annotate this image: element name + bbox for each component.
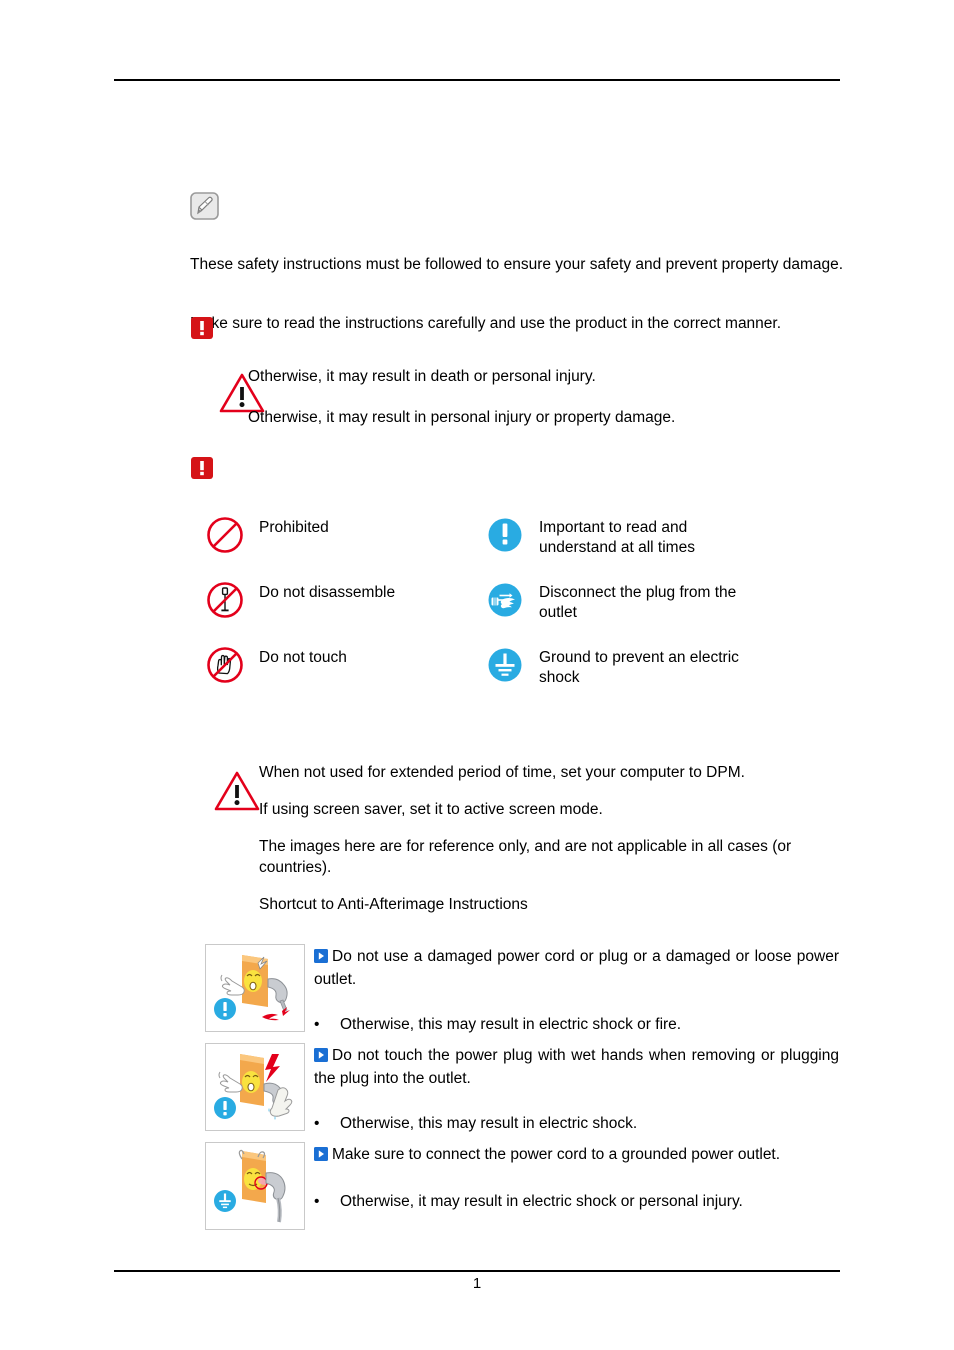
instruction-content: Do not touch the power plug with wet han… [305,1043,845,1134]
bullet-text: Otherwise, this may result in electric s… [340,1016,682,1033]
dpm-notice-lines: When not used for extended period of tim… [259,762,839,931]
red-exclamation-icon [190,456,214,485]
warning-line-1: Otherwise, it may result in death or per… [248,368,596,385]
footer-rule [114,1270,840,1272]
legend-item-do-not-disassemble: Do not disassemble [205,580,485,623]
instruction-title-text: Do not use a damaged power cord or plug … [314,948,839,988]
blue-play-marker-icon [314,1146,328,1167]
symbol-legend: Prohibited Important to read and underst… [205,515,845,710]
instruction-title-text: Make sure to connect the power cord to a… [332,1146,781,1163]
table-row: Do not use a damaged power cord or plug … [205,944,845,1035]
legend-item-disconnect-plug: Disconnect the plug from the outlet [485,580,765,623]
instruction-bullet: • Otherwise, this may result in electric… [314,1113,845,1134]
blue-play-marker-icon [314,1047,328,1068]
instruction-bullet: • Otherwise, this may result in electric… [314,1014,845,1035]
legend-item-prohibited: Prohibited [205,515,485,558]
document-page: These safety instructions must be follow… [0,0,954,1350]
do-not-touch-icon [205,645,245,685]
bullet-text: Otherwise, it may result in electric sho… [340,1193,743,1210]
legend-label: Prohibited [259,519,329,536]
wet-hands-plug-illustration [205,1043,305,1131]
warning-triangle-icon [213,770,261,817]
legend-item-ground: Ground to prevent an electric shock [485,645,765,688]
bullet-dot: • [314,1016,320,1033]
dpm-line-4: Shortcut to Anti-Afterimage Instructions [259,896,528,913]
safety-instruction-table: Do not use a damaged power cord or plug … [205,944,845,1238]
instruction-content: Do not use a damaged power cord or plug … [305,944,845,1035]
instruction-title: Do not use a damaged power cord or plug … [314,946,845,990]
bullet-dot: • [314,1193,320,1210]
legend-row: Do not touch Ground to prevent an electr… [205,645,845,688]
instruction-content: Make sure to connect the power cord to a… [305,1142,845,1230]
legend-label: Ground to prevent an electric shock [539,649,739,686]
legend-label: Do not disassemble [259,584,396,601]
legend-item-do-not-touch: Do not touch [205,645,485,688]
dpm-line-1: When not used for extended period of tim… [259,764,745,781]
intro-paragraph-2: Make sure to read the instructions caref… [190,314,782,332]
damaged-power-cord-illustration [205,944,305,1032]
intro-paragraph-1: These safety instructions must be follow… [190,255,844,273]
bullet-dot: • [314,1115,320,1132]
legend-item-important: Important to read and understand at all … [485,515,765,558]
legend-row: Do not disassemble Disconnect the plug f… [205,580,845,623]
instruction-title: Make sure to connect the power cord to a… [314,1144,845,1167]
prohibited-icon [205,515,245,555]
legend-row: Prohibited Important to read and underst… [205,515,845,558]
memo-note-icon [190,192,222,227]
warning-line-2: Otherwise, it may result in personal inj… [248,409,676,426]
dpm-line-3: The images here are for reference only, … [259,838,792,876]
legend-label: Important to read and understand at all … [539,519,695,556]
header-rule [114,79,840,81]
table-row: Do not touch the power plug with wet han… [205,1043,845,1134]
ground-earth-icon [485,645,525,685]
table-row: Make sure to connect the power cord to a… [205,1142,845,1230]
blue-play-marker-icon [314,948,328,969]
do-not-disassemble-icon [205,580,245,620]
instruction-bullet: • Otherwise, it may result in electric s… [314,1191,845,1212]
instruction-title: Do not touch the power plug with wet han… [314,1045,845,1089]
important-exclamation-icon [485,515,525,555]
red-exclamation-icon [190,316,214,345]
disconnect-plug-icon [485,580,525,620]
page-number: 1 [472,1275,482,1292]
legend-label: Do not touch [259,649,347,666]
grounded-outlet-illustration [205,1142,305,1230]
legend-label: Disconnect the plug from the outlet [539,584,737,621]
dpm-line-2: If using screen saver, set it to active … [259,801,603,818]
instruction-title-text: Do not touch the power plug with wet han… [314,1047,839,1087]
bullet-text: Otherwise, this may result in electric s… [340,1115,638,1132]
warning-block-lines: Otherwise, it may result in death or per… [248,366,848,448]
